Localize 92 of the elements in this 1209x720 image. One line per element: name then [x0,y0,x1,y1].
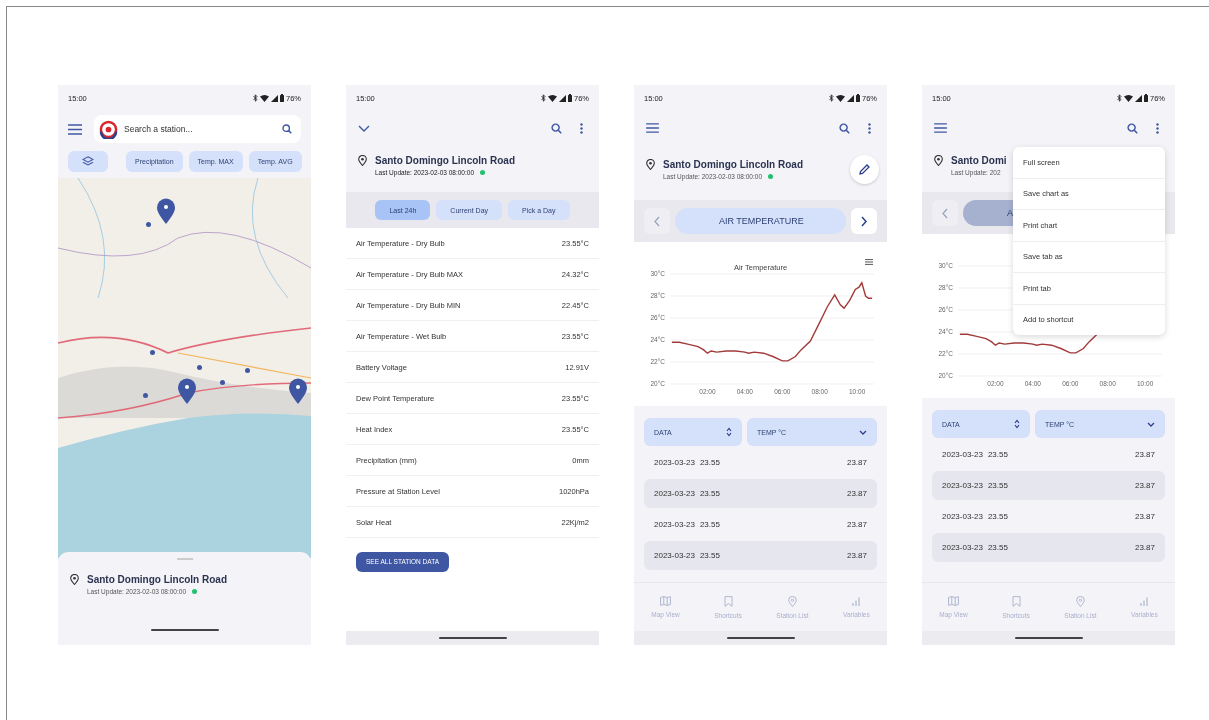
table-cell: 2023-03-23 [942,450,983,459]
station-name: Santo Domingo Lincoln Road [663,159,803,170]
chevron-left-icon [654,215,660,227]
bluetooth-icon [1117,94,1122,102]
table-cell: 23.87 [1134,450,1155,459]
wifi-icon [260,94,269,102]
station-dot[interactable] [146,222,151,227]
sort-icon [1014,419,1020,429]
next-button[interactable] [851,208,877,234]
bluetooth-icon [829,94,834,102]
battery-icon [856,94,860,102]
table-cell: 23.87 [846,520,867,529]
wifi-icon [1124,94,1133,102]
signal-icon [847,94,854,102]
battery-icon [280,94,284,102]
battery-icon [568,94,572,102]
bluetooth-icon [253,94,258,102]
table-cell: 23.87 [1134,543,1155,552]
menu-icon[interactable] [646,123,659,133]
chevron-right-icon [861,215,867,227]
table-cell: 23.87 [846,489,867,498]
bookmark-icon [723,595,733,607]
search-icon[interactable] [551,122,562,134]
more-icon[interactable] [1156,122,1159,134]
chevron-down-icon [859,429,867,435]
layers-button[interactable] [68,151,108,172]
bluetooth-icon [541,94,546,102]
table-cell: 23.87 [846,551,867,560]
map-icon [660,596,671,606]
table-cell: 23.55 [699,551,720,560]
search-icon[interactable] [839,122,850,134]
more-icon[interactable] [580,122,583,134]
map-pin-icon[interactable] [156,198,176,224]
signal-icon [1135,94,1142,102]
table-cell: 23.55 [699,489,720,498]
table-cell: 23.87 [846,458,867,467]
signal-icon [559,94,566,102]
table-cell: 2023-03-23 [654,489,695,498]
map-pin-icon[interactable] [288,378,308,404]
pencil-icon [859,164,870,175]
bar-chart-icon [852,596,861,606]
variable-selector[interactable]: AIR TEMPERATURE [675,208,846,234]
table-cell: 2023-03-23 [654,458,695,467]
map-pin-icon[interactable] [177,378,197,404]
chevron-left-icon [942,207,948,219]
table-cell: 23.55 [699,458,720,467]
location-pin-icon [934,155,943,166]
bookmark-icon [1011,595,1021,607]
map-icon [948,596,959,606]
signal-icon [271,94,278,102]
station-dot[interactable] [245,368,250,373]
menu-icon[interactable] [68,123,82,135]
table-cell: 2023-03-23 [942,481,983,490]
station-name: Santo Domingo Lincoln Road [375,155,515,166]
station-dot[interactable] [197,365,202,370]
bar-chart-icon [1140,596,1149,606]
location-pin-icon [358,155,367,166]
table-cell: 2023-03-23 [942,543,983,552]
search-icon[interactable] [282,124,292,134]
menu-icon[interactable] [934,123,947,133]
search-icon[interactable] [1127,122,1138,134]
search-field[interactable]: Search a station... [94,115,301,143]
table-cell: 23.55 [987,450,1008,459]
station-dot[interactable] [143,393,148,398]
table-cell: 2023-03-23 [654,551,695,560]
table-cell: 2023-03-23 [942,512,983,521]
wifi-icon [836,94,845,102]
sort-icon [726,427,732,437]
location-pin-icon [787,595,797,607]
battery-icon [1144,94,1148,102]
table-cell: 23.55 [987,543,1008,552]
location-pin-icon [70,573,79,585]
wifi-icon [548,94,557,102]
station-name: Santo Domi [951,155,1007,166]
more-icon[interactable] [868,122,871,134]
logo-icon [99,119,118,139]
chevron-down-icon[interactable] [358,124,370,132]
edit-button[interactable] [850,155,879,184]
table-cell: 2023-03-23 [654,520,695,529]
station-dot[interactable] [150,350,155,355]
table-cell: 23.87 [1134,481,1155,490]
chart-menu-icon[interactable] [865,259,873,265]
station-name: Santo Domingo Lincoln Road [87,573,227,585]
location-pin-icon [1075,595,1085,607]
table-cell: 23.55 [987,512,1008,521]
station-dot[interactable] [220,380,225,385]
location-pin-icon [646,159,655,170]
table-cell: 23.55 [699,520,720,529]
chevron-down-icon [1147,421,1155,427]
layers-icon [82,156,94,167]
table-cell: 23.87 [1134,512,1155,521]
table-cell: 23.55 [987,481,1008,490]
